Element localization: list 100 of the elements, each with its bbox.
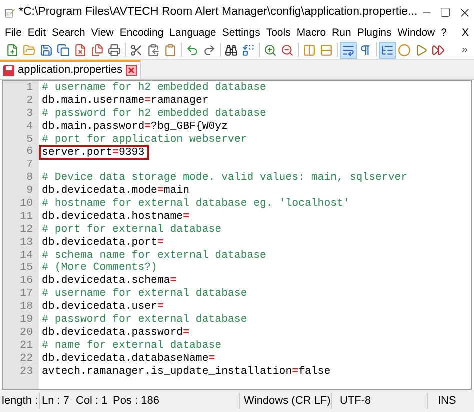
new-file-icon: [6, 44, 19, 56]
undo-icon: [186, 44, 199, 56]
line-number: 10: [19, 198, 34, 211]
comment-text: # username for external database: [42, 288, 248, 301]
close-file-icon: [74, 44, 87, 56]
close-all-icon: [91, 44, 104, 56]
menu-item[interactable]: ?: [438, 25, 450, 41]
property-key: db.devicedata.port: [42, 236, 158, 250]
line-number: 2: [26, 94, 34, 108]
property-value: ?bg_GBF{W0yz: [151, 120, 228, 134]
run-macro-icon: [432, 44, 445, 56]
replace-icon: [242, 44, 255, 56]
length-status: length :: [0, 392, 40, 410]
equals-sign: =: [144, 120, 152, 134]
comment-text: # port for application webserver: [42, 134, 248, 146]
equals-sign: =: [208, 352, 216, 366]
sync-vertical-icon: [303, 44, 316, 56]
property-value: 9393: [118, 147, 145, 158]
property-key: db.devicedata.mode: [42, 185, 158, 198]
equals-sign: =: [157, 236, 164, 250]
property-value: false: [298, 366, 331, 378]
comment-text: # password for external database: [42, 314, 248, 327]
menu-item[interactable]: Encoding: [116, 25, 167, 41]
word-wrap-icon: [342, 44, 355, 56]
redo-icon: [203, 44, 216, 56]
property-value: ramanager: [151, 94, 209, 108]
line-number: 22: [19, 352, 34, 366]
menu-item[interactable]: File: [2, 25, 25, 41]
window-title: *C:\Program Files\AVTECH Room Alert Manager\config\application.propertie...: [19, 4, 418, 20]
menu-item[interactable]: Plugins: [354, 25, 395, 41]
property-key: db.devicedata.user: [42, 301, 158, 314]
open-folder-icon: [23, 44, 36, 56]
line-number: 5: [26, 134, 34, 146]
comment-text: # hostname for external database eg. 'localhost': [42, 198, 350, 211]
property-key: db.main.username: [42, 94, 145, 108]
insert-mode-status: INS: [437, 394, 456, 409]
menu-item[interactable]: Edit: [24, 25, 50, 41]
menu-item[interactable]: Window: [394, 25, 438, 41]
equals-sign: =: [292, 366, 299, 378]
menu-item[interactable]: Run: [329, 25, 354, 41]
eol-status: Windows (CR LF): [240, 392, 332, 410]
line-number: 18: [19, 301, 34, 314]
line-number: 20: [19, 326, 34, 340]
encoding-status: UTF-8: [332, 392, 428, 410]
line-number: 19: [19, 314, 34, 327]
indent-guide-icon: [381, 44, 394, 56]
equals-sign: =: [170, 275, 177, 288]
zoom-out-icon: [281, 44, 294, 56]
maximize-icon: [440, 7, 452, 18]
property-key: db.devicedata.hostname: [42, 210, 184, 224]
print-icon: [108, 44, 121, 56]
line-number: 3: [26, 108, 34, 121]
equals-sign: =: [157, 301, 164, 314]
position-status: Pos : 186: [113, 392, 240, 410]
property-key: server.port: [42, 147, 113, 158]
comment-text: # schema name for external database: [42, 250, 266, 262]
line-number: 14: [19, 250, 34, 262]
close-all-button[interactable]: [89, 42, 106, 58]
line-number: 16: [19, 275, 34, 288]
equals-sign: =: [157, 185, 164, 198]
equals-sign: =: [183, 326, 190, 340]
save-icon: [40, 44, 53, 56]
menu-item[interactable]: Search: [49, 25, 88, 41]
find-icon: [225, 44, 238, 56]
line-number: 4: [26, 120, 34, 134]
comment-text: # (More Comments?): [42, 262, 158, 275]
save-all-button[interactable]: [55, 42, 72, 58]
line-number: 21: [19, 340, 34, 353]
menu-item[interactable]: Tools: [263, 25, 294, 41]
comment-text: # name for external database: [42, 340, 222, 353]
close-document-button[interactable]: X: [456, 25, 474, 41]
menu-item[interactable]: Language: [166, 25, 220, 41]
line-number: 17: [19, 288, 34, 302]
play-macro-icon: [415, 44, 428, 56]
line-number: 13: [19, 236, 34, 250]
comment-text: # username for h2 embedded database: [42, 82, 266, 95]
save-all-icon: [57, 44, 70, 56]
equals-sign: =: [112, 147, 119, 158]
line-number: 6: [26, 146, 34, 160]
indent-guide-button[interactable]: [379, 42, 396, 58]
line-number: 11: [19, 210, 34, 224]
close-tab-icon[interactable]: [126, 65, 137, 76]
comment-text: # Device data storage mode. valid values: main, sqlserver: [42, 172, 408, 185]
file-tab[interactable]: application.properties: [0, 60, 141, 79]
print-button[interactable]: [106, 42, 123, 58]
line-status: Ln : 7: [41, 394, 71, 409]
word-wrap-button[interactable]: [340, 42, 357, 58]
line-number: 12: [19, 224, 34, 237]
line-number: 23: [19, 366, 34, 378]
line-number: 8: [26, 172, 34, 186]
comment-text: # password for h2 embedded database: [42, 108, 266, 121]
column-status: Col : 1: [76, 394, 109, 409]
line-number: 7: [26, 159, 34, 172]
menu-item[interactable]: Settings: [219, 25, 264, 41]
line-number: 15: [19, 262, 34, 276]
record-macro-button[interactable]: [396, 42, 413, 58]
menu-item[interactable]: View: [88, 25, 117, 41]
property-key: db.devicedata.password: [42, 326, 184, 340]
toolbar-overflow-button[interactable]: »: [462, 42, 474, 58]
menu-item[interactable]: Macro: [294, 25, 330, 41]
